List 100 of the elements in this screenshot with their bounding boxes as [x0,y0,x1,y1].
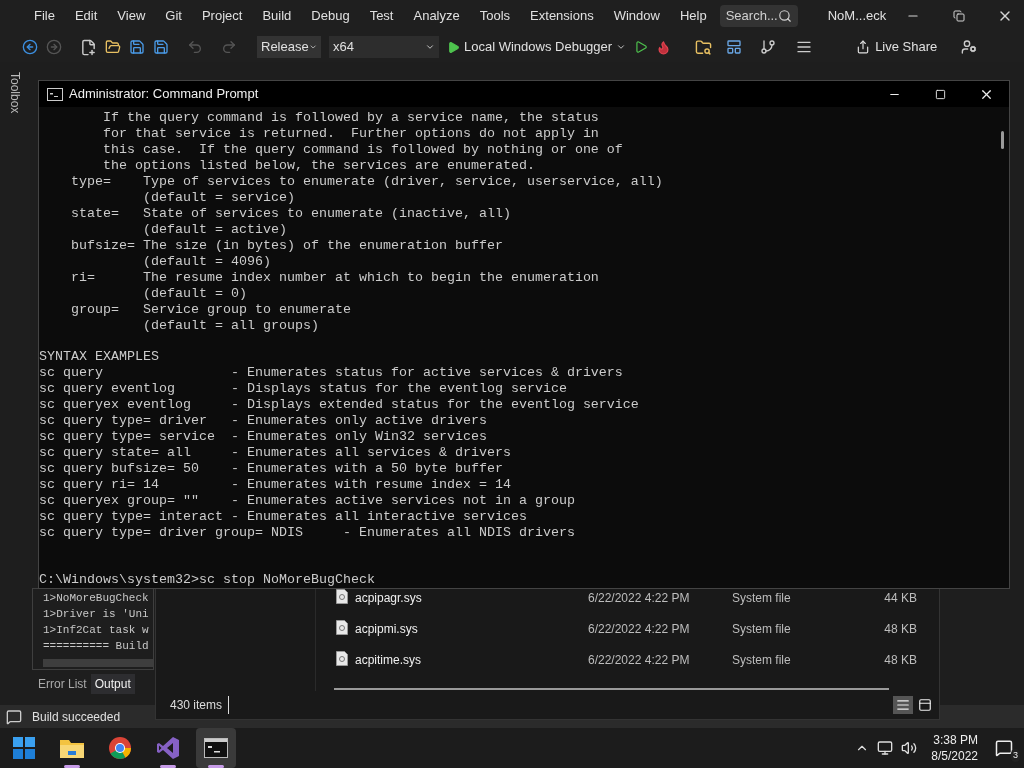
ide-logo-icon [156,736,180,760]
file-icon [336,651,348,666]
menu-item[interactable]: Git [155,6,192,26]
panel-tab[interactable]: Output [90,674,135,694]
caret-icon [616,42,627,52]
scrollbar[interactable] [43,659,153,667]
console-line: (default = all groups) [141,318,320,334]
notification-icon [6,708,22,725]
save-icon[interactable] [129,39,145,55]
branch-icon[interactable] [760,39,777,55]
folder-icon [59,737,85,759]
console-line: sc query ri= 14 - Enumerates with resume index = 14 [39,477,512,494]
menu-item[interactable]: Extensions [520,6,604,26]
file-date: 6/22/2022 4:22 PM [588,621,691,638]
play-icon[interactable] [634,40,649,54]
menu-item[interactable]: Build [252,6,302,26]
file-name[interactable]: acpitime.sys [355,651,588,669]
console-line: sc queryex group= "" - Enumerates active services not in a group [39,493,576,510]
clock[interactable]: 3:38 PM 8/5/2022 [925,732,984,764]
search-field[interactable]: Search... [719,5,798,27]
save-all-icon[interactable] [153,39,169,55]
configuration-dropdown[interactable]: Release [257,36,321,58]
menu-item[interactable]: Window [603,6,670,26]
file-size: 48 KB [883,652,917,669]
menu-item[interactable]: Project [191,6,253,26]
file-type: System file [732,621,792,638]
caret-icon [425,42,435,52]
menu-item[interactable]: Test [359,6,404,26]
solution-name: NoM...eck [826,7,888,26]
console-line: sc query state= all - Enumerates all services & drivers [39,445,512,462]
terminal-icon [204,738,228,758]
browser-icon [108,736,132,760]
console-line: sc queryex eventlog - Displays extended status for the eventlog service [39,397,640,414]
item-count: 430 items [170,696,230,714]
console-line: sc query type= interact - Enumerates all interactive services [39,509,528,526]
console-line: C:\Windows\system32>sc stop NoMoreBugCheck [39,572,376,588]
output-line: 1>NoMoreBugCheck [43,591,150,606]
notification-count: 3 [1011,748,1020,762]
windows-logo-icon [13,737,35,759]
console-line: type= Type of services to enumerate (driver, service, userservice, all) [70,174,664,190]
live-share-button[interactable]: Live Share [856,37,938,57]
share-icon [856,40,871,54]
list-icon [896,698,910,712]
terminal-icon [47,87,63,101]
scrollbar-thumb[interactable] [1000,131,1004,149]
restore-icon[interactable] [953,10,966,22]
new-project-icon[interactable] [80,38,97,56]
file-type: System file [732,652,792,669]
taskbar-app[interactable] [196,728,236,768]
file-type: System file [732,590,792,607]
file-date: 6/22/2022 4:22 PM [588,652,691,669]
console-line: sc query eventlog - Displays status for the eventlog service [39,381,568,398]
menu-item[interactable]: Analyze [403,6,470,26]
scrollbar[interactable] [334,688,889,690]
console-line: sc query type= driver group= NDIS - Enumerates all NDIS drivers [39,525,576,542]
console-line: sc query type= driver - Enumerates only active drivers [39,413,488,430]
file-icon [336,620,348,635]
open-folder-icon[interactable] [105,39,121,55]
notifications-icon[interactable] [995,739,1013,757]
console-line: ri= The resume index number at which to begin the enumeration [70,270,600,286]
console-line: (default = active) [141,222,288,238]
console-line: bufsize= The size (in bytes) of the enumeration buffer [70,238,504,254]
console-line: (default = 4096) [141,254,272,270]
console-line: the options listed below, the services are enumerated. [102,158,536,174]
console-line: this case. If the query command is followed by nothing or one of [102,142,624,158]
panel-icon [918,698,932,712]
start-debugging-button[interactable]: Local Windows Debugger [447,37,627,57]
file-icon [336,589,348,604]
console-line: sc query type= service - Enumerates only Win32 services [39,429,488,446]
console-line: sc query - Enumerates status for active services & drivers [39,365,624,382]
details-view-button[interactable] [893,696,913,714]
console-line: SYNTAX EXAMPLES [39,349,160,366]
menu-item[interactable]: View [107,6,156,26]
menu-item[interactable]: File [24,6,65,26]
output-line: ========== Build [43,639,150,654]
toolbox-tab[interactable]: Toolbox [6,72,24,116]
file-name[interactable]: acpipmi.sys [355,620,588,638]
platform-dropdown[interactable]: x64 [329,36,439,58]
console-line: If the query command is followed by a service name, the status [102,110,600,126]
panel-tab[interactable]: Error List [34,674,91,694]
menu-item[interactable]: Help [669,6,717,26]
menu-item[interactable]: Debug [301,6,360,26]
console-line: for that service is returned. Further options do not apply in [102,126,600,142]
volume-icon[interactable] [901,740,918,756]
output-line: 1>Inf2Cat task w [43,623,150,638]
file-size: 44 KB [883,590,917,607]
folder-search-icon[interactable] [695,38,713,56]
status-message: Build succeeded [32,708,121,726]
file-name[interactable]: acpipagr.sys [355,589,588,607]
file-size: 48 KB [883,621,917,638]
menu-item[interactable]: Tools [469,6,521,26]
file-date: 6/22/2022 4:22 PM [588,590,691,607]
console-line: state= State of services to enumerate (inactive, all) [70,206,512,222]
search-icon [777,9,792,23]
menu-item[interactable]: Edit [64,6,108,26]
console-line: (default = 0) [141,286,248,302]
back-icon[interactable] [22,39,38,55]
window-title: Administrator: Command Prompt [69,85,259,104]
maximize-icon[interactable] [934,88,946,100]
output-line: 1>Driver is 'Uni [43,607,150,622]
